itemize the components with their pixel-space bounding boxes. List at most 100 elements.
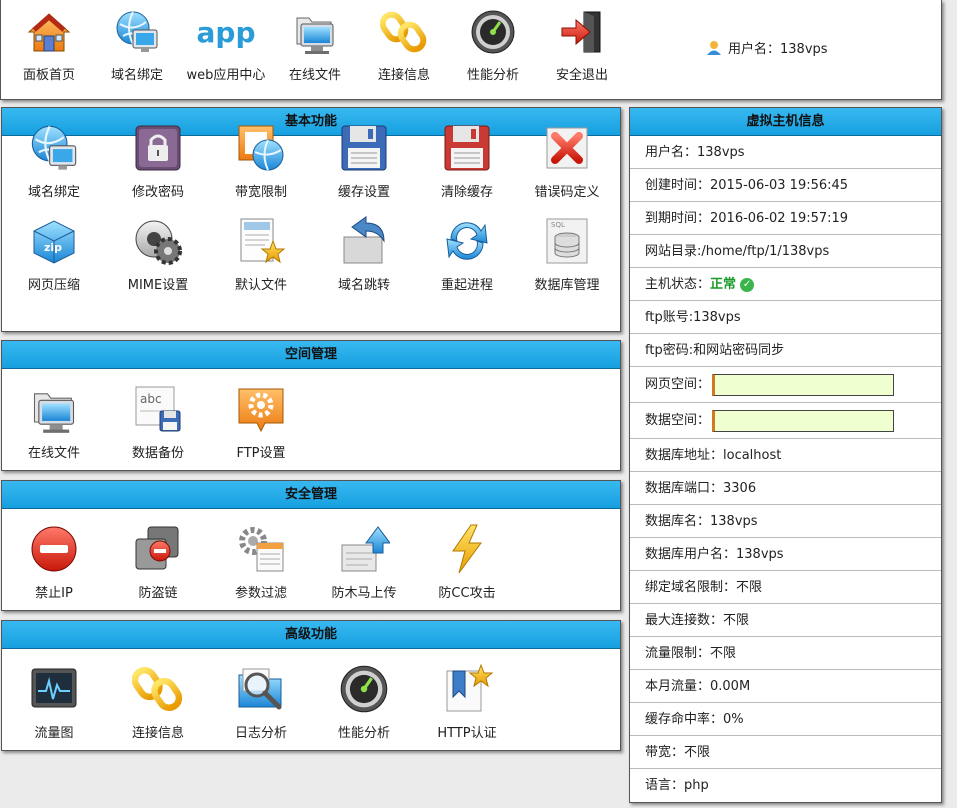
panel-title: 高级功能: [2, 621, 620, 649]
item-online-files[interactable]: 在线文件: [4, 383, 104, 461]
item-label: 防CC攻击: [438, 586, 496, 601]
item-anti-cc-attack[interactable]: 防CC攻击: [417, 523, 517, 601]
item-http-auth[interactable]: HTTP认证: [417, 663, 517, 741]
item-connection-info[interactable]: 连接信息: [108, 663, 208, 741]
item-block-ip[interactable]: 禁止IP: [4, 523, 104, 601]
web-space-bar: [712, 373, 895, 396]
lightning-icon: [441, 523, 493, 575]
item-label: 域名跳转: [337, 278, 390, 293]
info-host-status: 主机状态：正常 ✓: [630, 268, 941, 301]
app-icon: [196, 8, 256, 56]
no-entry-icon: [28, 523, 80, 575]
item-mime-settings[interactable]: MIME设置: [108, 215, 208, 293]
item-label: 清除缓存: [440, 185, 493, 200]
item-bandwidth-limit[interactable]: 带宽限制: [211, 122, 311, 200]
item-label: FTP设置: [236, 446, 286, 461]
nav-performance[interactable]: 性能分析: [448, 8, 538, 83]
nav-label: 域名绑定: [110, 68, 163, 83]
floppy-red-icon: [441, 122, 493, 174]
item-performance-analysis[interactable]: 性能分析: [314, 663, 414, 741]
bookmark-star-icon: [441, 663, 493, 715]
item-domain-binding[interactable]: 域名绑定: [4, 122, 104, 200]
nav-label: web应用中心: [186, 68, 266, 83]
nav-web-app-center[interactable]: web应用中心: [181, 8, 271, 83]
item-param-filter[interactable]: 参数过滤: [211, 523, 311, 601]
item-traffic-chart[interactable]: 流量图: [4, 663, 104, 741]
nav-domain-binding[interactable]: 域名绑定: [92, 8, 182, 83]
item-ftp-settings[interactable]: FTP设置: [211, 383, 311, 461]
item-error-codes[interactable]: 错误码定义: [517, 122, 617, 200]
item-default-file[interactable]: 默认文件: [211, 215, 311, 293]
item-domain-redirect[interactable]: 域名跳转: [314, 215, 414, 293]
nav-panel-home[interactable]: 面板首页: [4, 8, 94, 83]
item-label: 重起进程: [440, 278, 493, 293]
item-web-compression[interactable]: 网页压缩: [4, 215, 104, 293]
item-label: 修改密码: [131, 185, 184, 200]
globe-monitor-icon: [28, 122, 80, 174]
item-data-backup[interactable]: 数据备份: [108, 383, 208, 461]
globe-monitor-icon: [113, 8, 161, 56]
info-language: 语言：php: [645, 778, 709, 793]
item-label: 防盗链: [138, 586, 178, 601]
item-log-analysis[interactable]: 日志分析: [211, 663, 311, 741]
info-ftp-account: ftp账号:138vps: [630, 301, 941, 334]
nav-connection-info[interactable]: 连接信息: [359, 8, 449, 83]
abc-backup-icon: [132, 383, 184, 435]
info-expire-time: 到期时间：2016-06-02 19:57:19: [630, 202, 941, 235]
item-change-password[interactable]: 修改密码: [108, 122, 208, 200]
db-space-label: 数据空间：: [645, 413, 711, 428]
item-label: 参数过滤: [234, 586, 287, 601]
item-clear-cache[interactable]: 清除缓存: [417, 122, 517, 200]
item-cache-settings[interactable]: 缓存设置: [314, 122, 414, 200]
nav-label: 安全退出: [555, 68, 608, 83]
nav-online-files[interactable]: 在线文件: [270, 8, 360, 83]
zip-box-icon: [28, 215, 80, 267]
monitor-wave-icon: [28, 663, 80, 715]
info-max-connections: 最大连接数：不限: [630, 604, 941, 637]
item-database-management[interactable]: 数据库管理: [517, 215, 617, 293]
chain-link-icon: [380, 8, 428, 56]
status-value: 正常: [710, 277, 737, 292]
item-label: 日志分析: [234, 726, 287, 741]
red-x-icon: [541, 122, 593, 174]
info-username: 用户名：138vps: [630, 136, 941, 169]
panel-space-management: 空间管理 在线文件 数据备份 FTP设置: [1, 340, 621, 471]
gear-filter-icon: [235, 523, 287, 575]
item-label: 网页压缩: [27, 278, 80, 293]
db-space-bar: [712, 409, 895, 432]
nav-label: 连接信息: [377, 68, 430, 83]
item-label: 缓存设置: [337, 185, 390, 200]
item-label: 域名绑定: [27, 185, 80, 200]
gauge-icon: [338, 663, 390, 715]
folder-monitor-icon: [28, 383, 80, 435]
status-label: 主机状态：: [645, 277, 711, 292]
info-cache-hit-rate: 缓存命中率：0%: [630, 703, 941, 736]
ftp-gear-icon: [235, 383, 287, 435]
nav-logout[interactable]: 安全退出: [537, 8, 627, 83]
panel-title: 空间管理: [2, 341, 620, 369]
item-anti-trojan-upload[interactable]: 防木马上传: [314, 523, 414, 601]
item-label: MIME设置: [127, 278, 189, 293]
item-label: 默认文件: [234, 278, 287, 293]
item-restart-process[interactable]: 重起进程: [417, 215, 517, 293]
item-label: 性能分析: [337, 726, 390, 741]
panel-title: 虚拟主机信息: [630, 108, 941, 136]
panel-security-management: 安全管理 禁止IP 防盗链 参数过滤 防木马上传 防CC攻击: [1, 480, 621, 611]
info-db-space: 数据空间：: [630, 403, 941, 439]
gauge-icon: [469, 8, 517, 56]
return-arrow-icon: [338, 215, 390, 267]
item-label: 在线文件: [27, 446, 80, 461]
item-anti-leech[interactable]: 防盗链: [108, 523, 208, 601]
upload-arrow-icon: [338, 523, 390, 575]
nav-label: 面板首页: [22, 68, 75, 83]
item-label: 流量图: [34, 726, 74, 741]
folder-monitor-icon: [291, 8, 339, 56]
panel-basic-functions: 基本功能 域名绑定 修改密码 带宽限制 缓存设置 清除缓存 错误码定义 网页压缩…: [1, 107, 621, 332]
panel-advanced-functions: 高级功能 流量图 连接信息 日志分析 性能分析 HTTP认证: [1, 620, 621, 751]
database-icon: [541, 215, 593, 267]
nav-label: 在线文件: [288, 68, 341, 83]
item-label: 防木马上传: [331, 586, 397, 601]
top-navigation-bar: 面板首页 域名绑定 web应用中心 在线文件 连接信息 性能分析 安全退出 用户…: [0, 0, 942, 100]
magnifier-folder-icon: [235, 663, 287, 715]
panel-title: 安全管理: [2, 481, 620, 509]
